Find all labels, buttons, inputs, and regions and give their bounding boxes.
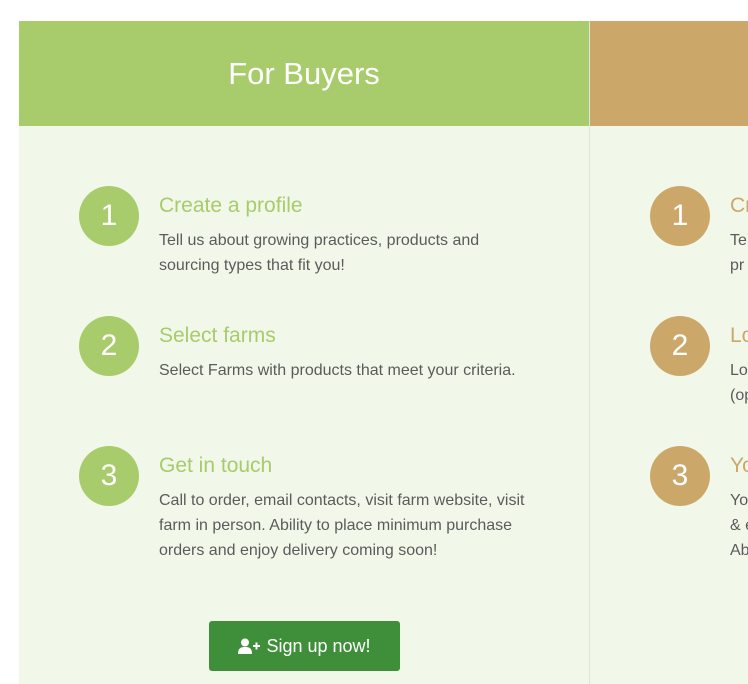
step-title: Cr bbox=[730, 194, 748, 217]
step-description: Select Farms with products that meet you… bbox=[159, 362, 516, 379]
step-description: Call to order, email contacts, visit far… bbox=[159, 492, 525, 559]
farmers-column: 1 Cr Te pr 2 Lo Lo (op 3 Yo You & e Ab bbox=[589, 21, 748, 684]
step-title: Get in touch bbox=[159, 454, 273, 477]
step-description-line: Ab bbox=[730, 542, 748, 559]
buyers-column: For Buyers 1 Create a profile Tell us ab… bbox=[19, 21, 589, 684]
step-description-line: & e bbox=[730, 517, 748, 534]
step-number-badge: 3 bbox=[79, 446, 139, 506]
step-number-badge: 2 bbox=[79, 316, 139, 376]
step-description-line: Te bbox=[730, 232, 747, 249]
user-plus-icon bbox=[238, 638, 261, 654]
step-description: Tell us about growing practices, product… bbox=[159, 232, 480, 274]
step-description-line: pr bbox=[730, 257, 745, 274]
step-description-line: Lo bbox=[730, 362, 748, 379]
step-number-badge: 1 bbox=[650, 186, 710, 246]
sign-up-button[interactable]: Sign up now! bbox=[209, 621, 400, 671]
step-number-badge: 3 bbox=[650, 446, 710, 506]
step-number-badge: 1 bbox=[79, 186, 139, 246]
sign-up-label: Sign up now! bbox=[266, 635, 371, 656]
step-title: Create a profile bbox=[159, 194, 303, 217]
step-number-badge: 2 bbox=[650, 316, 710, 376]
step-title: Yo bbox=[730, 454, 748, 477]
step-title: Lo bbox=[730, 324, 748, 347]
farmers-header bbox=[590, 21, 748, 126]
buyers-header-title: For Buyers bbox=[228, 55, 380, 91]
step-description-line: You bbox=[730, 492, 748, 509]
buyers-header: For Buyers bbox=[19, 21, 589, 126]
step-description-line: (op bbox=[730, 387, 748, 404]
step-title: Select farms bbox=[159, 324, 276, 347]
